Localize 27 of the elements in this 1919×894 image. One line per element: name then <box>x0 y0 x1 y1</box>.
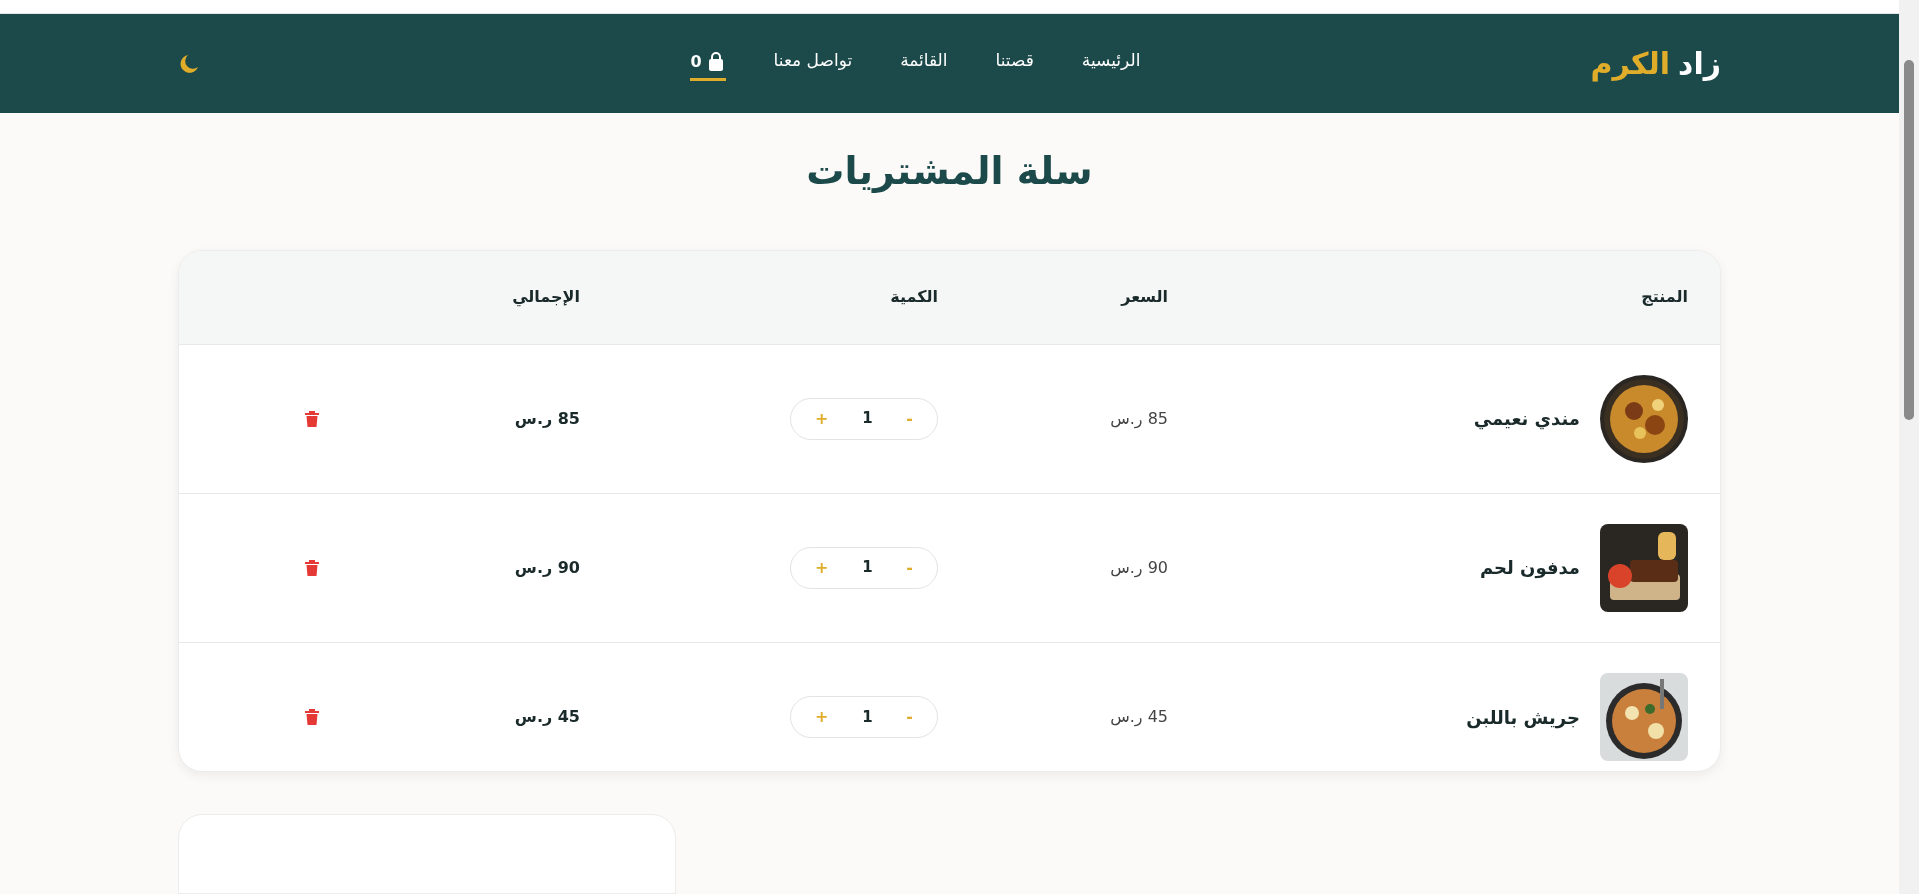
cart-link[interactable]: 0 <box>690 46 726 82</box>
logo[interactable]: زاد الكرم <box>1590 41 1721 87</box>
quantity-value: 1 <box>862 706 873 728</box>
product-name: مدفون لحم <box>1479 556 1580 581</box>
page-title: سلة المشتريات <box>805 147 1094 195</box>
quantity-value: 1 <box>862 408 873 430</box>
trash-icon[interactable] <box>304 558 320 577</box>
total-text: 85 ر.س <box>513 407 580 430</box>
column-header: الكمية <box>890 286 938 309</box>
product-name: جريش باللبن <box>1466 705 1580 731</box>
price-text: 90 ر.س <box>1109 556 1168 580</box>
product-name: مندي نعيمي <box>1473 407 1580 432</box>
price-text: 85 ر.س <box>1109 407 1168 431</box>
nav-link[interactable]: قصتنا <box>995 47 1034 80</box>
scrollbar-thumb[interactable] <box>1904 60 1914 420</box>
total-text: 90 ر.س <box>513 556 580 579</box>
price-text: 45 ر.س <box>1109 706 1168 729</box>
nav-link[interactable]: الرئيسية <box>1081 47 1141 80</box>
quantity-value: 1 <box>862 557 873 579</box>
column-header: السعر <box>1121 286 1168 309</box>
trash-icon[interactable] <box>304 409 320 428</box>
nav-link[interactable]: تواصل معنا <box>773 47 853 80</box>
column-header: الإجمالي <box>512 286 580 309</box>
column-header: المنتج <box>1641 286 1688 309</box>
nav-link[interactable]: القائمة <box>900 47 948 80</box>
total-text: 45 ر.س <box>513 706 580 729</box>
trash-icon[interactable] <box>304 708 320 727</box>
